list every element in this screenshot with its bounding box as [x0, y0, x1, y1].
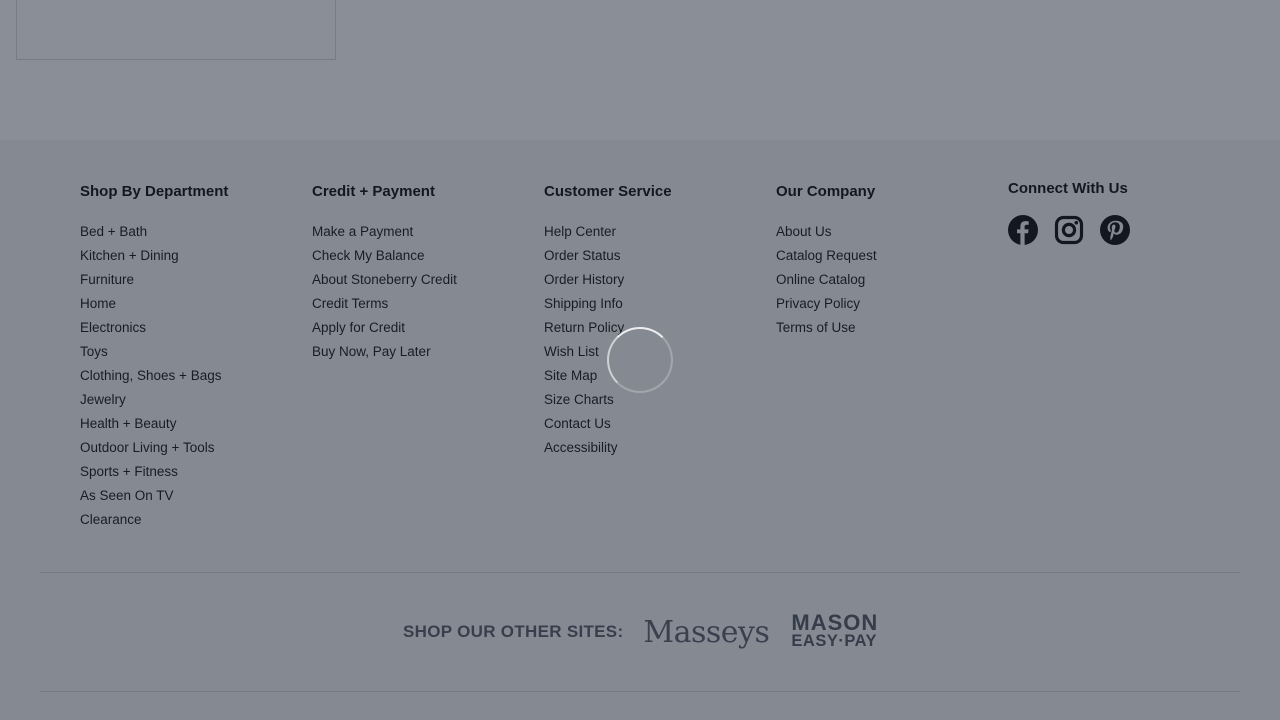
loading-overlay	[0, 0, 1280, 720]
loading-spinner-icon	[607, 327, 673, 393]
